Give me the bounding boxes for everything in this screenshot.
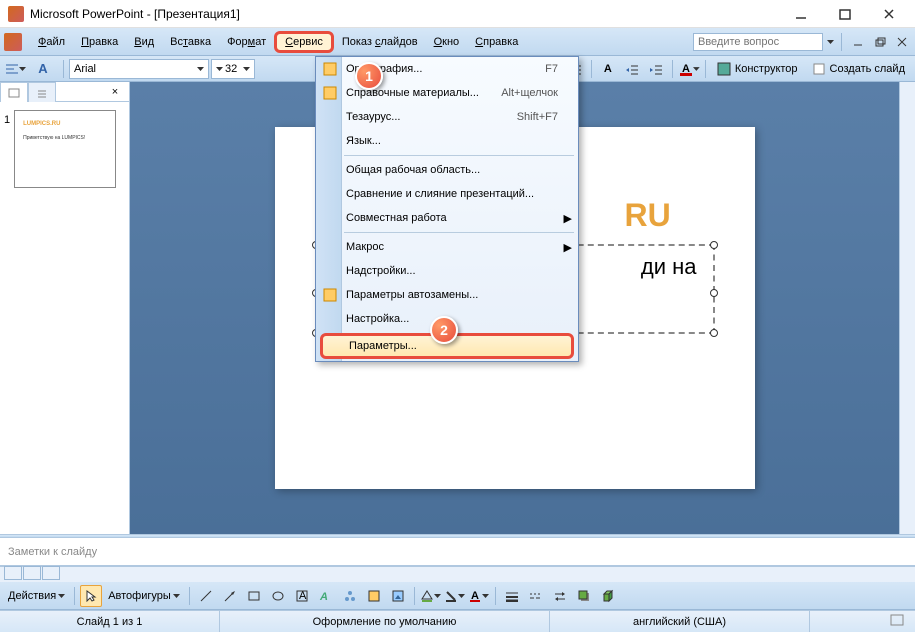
font-size-combo[interactable]: 32: [211, 59, 255, 79]
callout-2: 2: [430, 316, 458, 344]
3d-icon[interactable]: [597, 585, 619, 607]
status-design: Оформление по умолчанию: [220, 611, 550, 632]
status-language[interactable]: английский (США): [550, 611, 810, 632]
autoshapes-menu[interactable]: Автофигуры: [104, 585, 184, 607]
slideshow-view-button[interactable]: [42, 566, 60, 580]
diagram-icon[interactable]: [339, 585, 361, 607]
app-icon: [8, 6, 24, 22]
thumb-text: Приветствую на LUMPICS!: [23, 135, 107, 141]
font-size-value: 32: [225, 63, 237, 75]
vertical-scrollbar[interactable]: [899, 82, 915, 534]
close-button[interactable]: [871, 2, 907, 26]
normal-view-button[interactable]: [4, 566, 22, 580]
menu-справка[interactable]: Справка: [467, 32, 526, 52]
mdi-restore[interactable]: [871, 33, 889, 51]
increase-font-icon[interactable]: A: [597, 58, 619, 80]
svg-text:A: A: [319, 591, 328, 603]
font-name-value: Arial: [74, 63, 96, 75]
align-decrease-indent-icon[interactable]: [4, 58, 26, 80]
fill-color-icon[interactable]: [420, 585, 442, 607]
notes-placeholder: Заметки к слайду: [8, 546, 97, 558]
help-question-input[interactable]: [693, 33, 823, 51]
line-icon[interactable]: [195, 585, 217, 607]
mdi-close[interactable]: [893, 33, 911, 51]
oval-icon[interactable]: [267, 585, 289, 607]
thumb-title: LUMPICS.RU: [23, 121, 107, 127]
design-button[interactable]: Конструктор: [711, 58, 804, 80]
svg-text:A: A: [299, 590, 307, 602]
status-indicator-icon: [879, 613, 915, 630]
textbox-icon[interactable]: A: [291, 585, 313, 607]
menu-сервис[interactable]: Сервис: [274, 31, 334, 53]
rectangle-icon[interactable]: [243, 585, 265, 607]
window-controls: [783, 2, 907, 26]
arrow-icon[interactable]: [219, 585, 241, 607]
decrease-indent-icon[interactable]: [621, 58, 643, 80]
menu-item[interactable]: Макрос▶: [316, 235, 578, 259]
menu-item[interactable]: Совместная работа▶: [316, 206, 578, 230]
menu-вставка[interactable]: Вставка: [162, 32, 219, 52]
maximize-button[interactable]: [827, 2, 863, 26]
menu-окно[interactable]: Окно: [426, 32, 468, 52]
actions-menu[interactable]: Действия: [4, 585, 69, 607]
picture-icon[interactable]: [387, 585, 409, 607]
minimize-button[interactable]: [783, 2, 819, 26]
doc-icon[interactable]: [4, 33, 22, 51]
font-name-combo[interactable]: Arial: [69, 59, 209, 79]
menu-item[interactable]: Язык...: [316, 129, 578, 153]
sorter-view-button[interactable]: [23, 566, 41, 580]
autoshapes-label: Автофигуры: [108, 590, 171, 602]
menu-вид[interactable]: Вид: [126, 32, 162, 52]
font-color-icon-2[interactable]: A: [468, 585, 490, 607]
clipart-icon[interactable]: [363, 585, 385, 607]
slide-title-text: RU: [625, 197, 715, 234]
menu-item[interactable]: Тезаурус...Shift+F7: [316, 105, 578, 129]
menu-правка[interactable]: Правка: [73, 32, 126, 52]
slide-panel: × 1 LUMPICS.RU Приветствую на LUMPICS!: [0, 82, 130, 534]
titlebar: Microsoft PowerPoint - [Презентация1]: [0, 0, 915, 28]
menu-item[interactable]: Параметры автозамены...: [316, 283, 578, 307]
slide-thumbnail[interactable]: LUMPICS.RU Приветствую на LUMPICS!: [14, 110, 116, 188]
wordart-icon[interactable]: A: [315, 585, 337, 607]
mdi-minimize[interactable]: [849, 33, 867, 51]
dash-style-icon[interactable]: [525, 585, 547, 607]
line-style-icon[interactable]: [501, 585, 523, 607]
new-slide-button[interactable]: Создать слайд: [806, 58, 911, 80]
new-slide-label: Создать слайд: [830, 63, 905, 75]
menu-item[interactable]: Надстройки...: [316, 259, 578, 283]
outline-tab[interactable]: [28, 82, 56, 102]
shadow-icon[interactable]: [573, 585, 595, 607]
increase-indent-icon[interactable]: [645, 58, 667, 80]
a-icon[interactable]: A: [28, 58, 58, 80]
drawing-toolbar: Действия Автофигуры A A A: [0, 582, 915, 610]
status-slide: Слайд 1 из 1: [0, 611, 220, 632]
menu-формат[interactable]: Формат: [219, 32, 274, 52]
statusbar: Слайд 1 из 1 Оформление по умолчанию анг…: [0, 610, 915, 632]
menu-файл[interactable]: Файл: [30, 32, 73, 52]
callout-1: 1: [355, 62, 383, 90]
menu-item[interactable]: Сравнение и слияние презентаций...: [316, 182, 578, 206]
thumb-number: 1: [4, 114, 10, 188]
menubar: ФайлПравкаВидВставкаФорматСервисПоказ сл…: [0, 28, 915, 56]
window-title: Microsoft PowerPoint - [Презентация1]: [30, 7, 783, 21]
panel-close-icon[interactable]: ×: [101, 82, 129, 102]
menu-item[interactable]: Общая рабочая область...: [316, 158, 578, 182]
font-color-icon[interactable]: A: [678, 58, 700, 80]
line-color-icon[interactable]: [444, 585, 466, 607]
design-label: Конструктор: [735, 63, 798, 75]
actions-label: Действия: [8, 590, 56, 602]
pointer-icon[interactable]: [80, 585, 102, 607]
arrow-style-icon[interactable]: [549, 585, 571, 607]
menu-item[interactable]: Справочные материалы...Alt+щелчок: [316, 81, 578, 105]
slides-tab[interactable]: [0, 82, 28, 102]
notes-pane[interactable]: Заметки к слайду: [0, 538, 915, 566]
menu-показ слайдов[interactable]: Показ слайдов: [334, 32, 426, 52]
